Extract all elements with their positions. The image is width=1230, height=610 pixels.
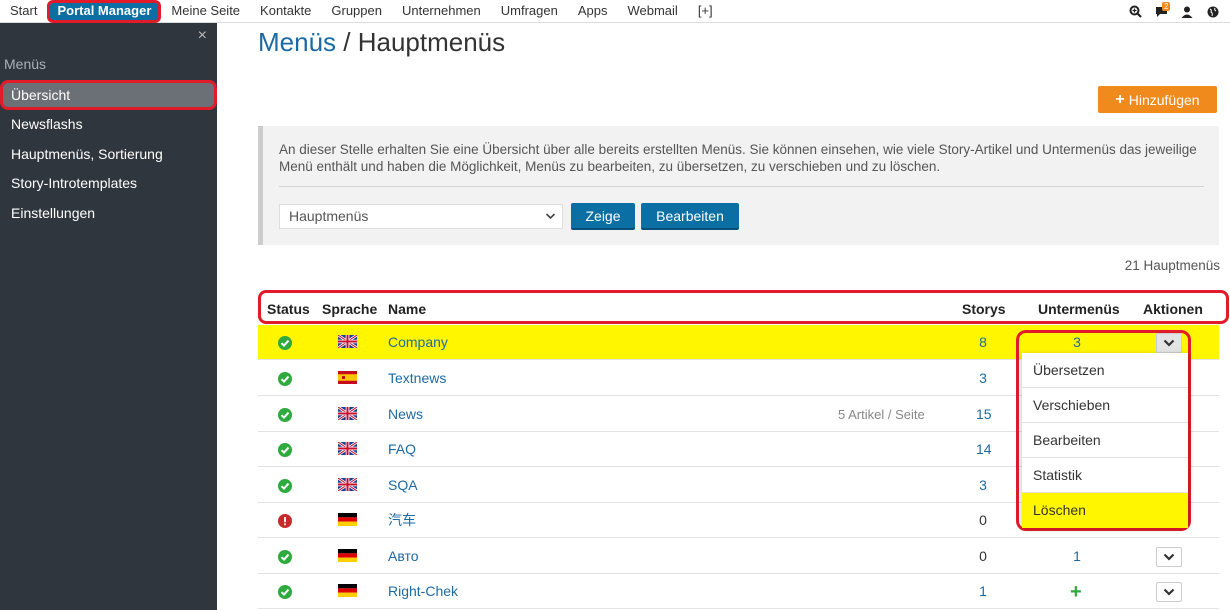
- menu-name-link[interactable]: Textnews: [388, 361, 446, 396]
- topnav-unternehmen[interactable]: Unternehmen: [392, 0, 491, 23]
- divider: [279, 186, 1204, 187]
- topnav-start[interactable]: Start: [0, 0, 47, 23]
- sidebar: × Menüs Übersicht Newsflashs Hauptmenüs,…: [0, 23, 217, 610]
- topnav-umfragen[interactable]: Umfragen: [491, 0, 568, 23]
- menu-item-translate[interactable]: Übersetzen: [1022, 353, 1188, 388]
- add-submenu-icon[interactable]: +: [1070, 582, 1084, 602]
- chat-badge: 2: [1162, 1, 1171, 11]
- flag-uk-icon: [337, 333, 358, 350]
- menu-name-link[interactable]: News: [388, 397, 423, 432]
- status-active-icon[interactable]: [278, 443, 292, 457]
- menu-note: 5 Artikel / Seite: [838, 407, 925, 422]
- table-row: Авто 0 1: [258, 539, 1219, 574]
- status-active-icon[interactable]: [278, 550, 292, 564]
- menu-item-edit[interactable]: Bearbeiten: [1022, 423, 1188, 458]
- add-button-label: Hinzufügen: [1128, 91, 1200, 108]
- chevron-down-icon: [1163, 553, 1175, 561]
- close-icon[interactable]: ×: [198, 27, 207, 45]
- flag-uk-icon: [337, 405, 358, 422]
- actions-toggle-button[interactable]: [1156, 547, 1182, 567]
- page-title: Menüs / Hauptmenüs: [258, 27, 505, 58]
- globe-icon[interactable]: [1206, 5, 1220, 19]
- top-navigation-bar: Start Portal Manager Meine Seite Kontakt…: [0, 0, 1230, 23]
- breadcrumb-separator: /: [336, 27, 358, 57]
- sidebar-item-story-introtemplates[interactable]: Story-Introtemplates: [0, 168, 217, 198]
- menu-name-link[interactable]: 汽车: [388, 503, 416, 538]
- sidebar-item-hauptmenues-sortierung[interactable]: Hauptmenüs, Sortierung: [0, 139, 217, 169]
- menu-name-link[interactable]: FAQ: [388, 432, 416, 467]
- topnav-meine-seite[interactable]: Meine Seite: [161, 0, 250, 23]
- table-row: Right-Chek 1 +: [258, 574, 1219, 609]
- info-text: An dieser Stelle erhalten Sie eine Übers…: [279, 142, 1197, 174]
- topnav-more[interactable]: [+]: [688, 0, 723, 23]
- menu-item-delete[interactable]: Löschen: [1022, 493, 1188, 528]
- edit-button[interactable]: Bearbeiten: [641, 203, 739, 230]
- storys-count: 0: [979, 512, 987, 528]
- flag-de-icon: [338, 513, 357, 526]
- menu-item-move[interactable]: Verschieben: [1022, 388, 1188, 423]
- header-storys[interactable]: Storys: [962, 301, 1006, 317]
- storys-count[interactable]: 3: [976, 361, 990, 396]
- breadcrumb-current: Hauptmenüs: [357, 27, 506, 57]
- topnav-kontakte[interactable]: Kontakte: [250, 0, 321, 23]
- menu-name-link[interactable]: Авто: [388, 539, 419, 574]
- info-panel: An dieser Stelle erhalten Sie eine Übers…: [258, 126, 1219, 245]
- sidebar-item-newsflashs[interactable]: Newsflashs: [0, 109, 217, 139]
- status-active-icon[interactable]: [278, 479, 292, 493]
- table-header: Status Sprache Name Storys Untermenüs Ak…: [258, 290, 1229, 324]
- topnav-webmail[interactable]: Webmail: [617, 0, 687, 23]
- breadcrumb-menus[interactable]: Menüs: [258, 27, 336, 57]
- user-icon[interactable]: [1180, 5, 1194, 19]
- flag-uk-icon: [337, 440, 358, 457]
- status-error-icon[interactable]: [278, 514, 292, 528]
- top-icons: 2: [1128, 0, 1220, 23]
- header-actions: Aktionen: [1143, 301, 1203, 317]
- actions-dropdown-menu: Übersetzen Verschieben Bearbeiten Statis…: [1022, 353, 1188, 528]
- storys-count[interactable]: 8: [976, 325, 990, 360]
- menu-name-link[interactable]: SQA: [388, 468, 418, 503]
- storys-count: 0: [979, 548, 987, 564]
- menu-name-link[interactable]: Company: [388, 325, 448, 360]
- chat-icon[interactable]: 2: [1154, 1, 1171, 19]
- sidebar-heading: Menüs: [4, 56, 47, 72]
- header-status[interactable]: Status: [267, 301, 310, 317]
- submenus-count[interactable]: 1: [1070, 539, 1084, 574]
- plus-icon: +: [1115, 90, 1125, 108]
- flag-de-icon: [338, 549, 357, 562]
- topnav-gruppen[interactable]: Gruppen: [321, 0, 392, 23]
- storys-count[interactable]: 1: [976, 574, 990, 609]
- actions-toggle-button[interactable]: [1156, 582, 1182, 602]
- menu-type-select[interactable]: Hauptmenüs: [279, 204, 563, 229]
- show-button[interactable]: Zeige: [571, 203, 635, 230]
- add-button[interactable]: + Hinzufügen: [1098, 86, 1217, 113]
- storys-count[interactable]: 14: [976, 432, 992, 467]
- header-name[interactable]: Name: [388, 301, 426, 317]
- chevron-down-icon: [545, 205, 556, 237]
- sidebar-item-uebersicht[interactable]: Übersicht: [0, 80, 217, 110]
- status-active-icon[interactable]: [278, 336, 292, 350]
- menu-item-statistics[interactable]: Statistik: [1022, 458, 1188, 493]
- menu-type-select-value: Hauptmenüs: [289, 208, 369, 224]
- chevron-down-icon: [1163, 588, 1175, 596]
- storys-count[interactable]: 15: [976, 397, 992, 432]
- flag-es-icon: [338, 371, 357, 384]
- topnav-portal-manager[interactable]: Portal Manager: [47, 0, 162, 23]
- search-icon[interactable]: [1128, 5, 1142, 19]
- actions-dropdown: Übersetzen Verschieben Bearbeiten Statis…: [1016, 330, 1191, 531]
- header-language[interactable]: Sprache: [322, 301, 377, 317]
- status-active-icon[interactable]: [278, 372, 292, 386]
- flag-de-icon: [338, 584, 357, 597]
- sidebar-item-einstellungen[interactable]: Einstellungen: [0, 198, 217, 228]
- status-active-icon[interactable]: [278, 408, 292, 422]
- top-nav-menu: Start Portal Manager Meine Seite Kontakt…: [0, 0, 723, 23]
- status-active-icon[interactable]: [278, 585, 292, 599]
- menu-count: 21 Hauptmenüs: [1124, 258, 1220, 273]
- storys-count[interactable]: 3: [976, 468, 990, 503]
- topnav-apps[interactable]: Apps: [568, 0, 618, 23]
- menu-name-link[interactable]: Right-Chek: [388, 574, 458, 609]
- flag-uk-icon: [337, 476, 358, 493]
- header-submenus[interactable]: Untermenüs: [1038, 301, 1120, 317]
